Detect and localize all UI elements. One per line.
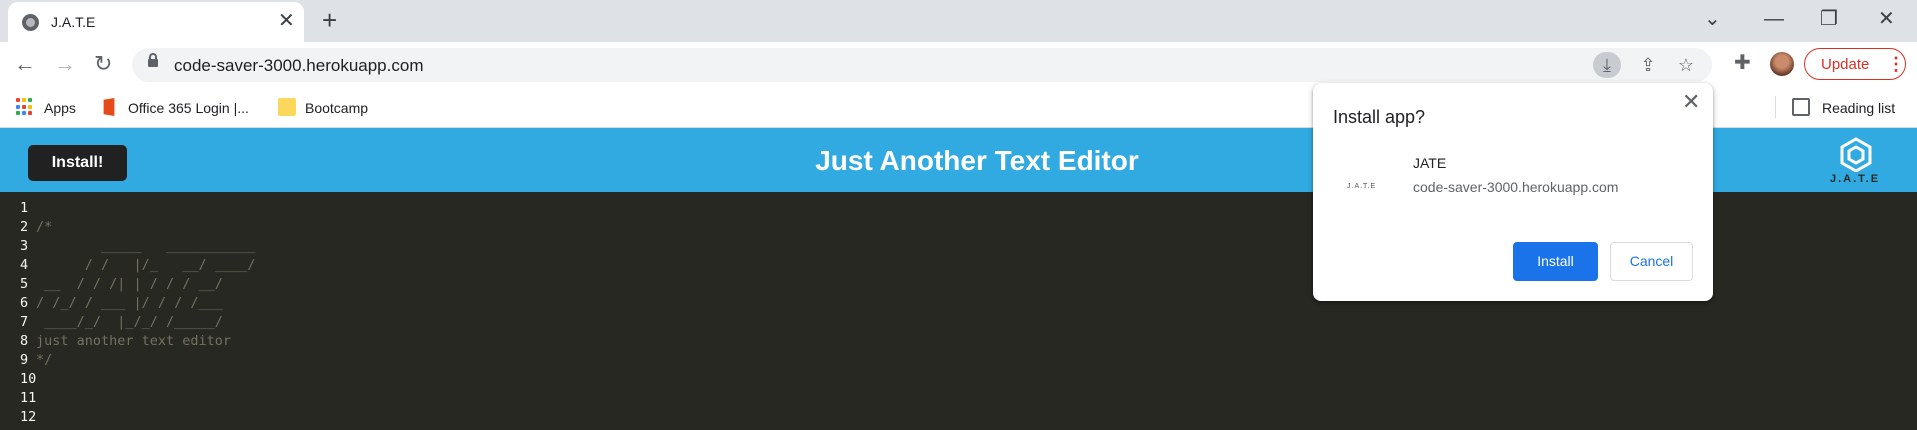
lock-icon[interactable] — [148, 53, 158, 67]
dialog-install-button[interactable]: Install — [1513, 242, 1598, 281]
office-icon — [103, 98, 115, 116]
line-text: ____/_/ |_/_/ /_____/ — [36, 314, 223, 330]
line-number: 5 — [20, 276, 29, 292]
line-number: 12 — [20, 409, 37, 425]
url-text[interactable]: code-saver-3000.herokuapp.com — [174, 56, 423, 76]
new-tab-icon[interactable]: + — [322, 6, 337, 34]
editor-line: 12 — [0, 408, 36, 427]
minimize-icon[interactable]: — — [1764, 7, 1784, 31]
folder-icon — [278, 98, 296, 116]
line-number: 4 — [20, 257, 29, 273]
app-icon: J.A.T.E — [1347, 183, 1377, 190]
avatar[interactable] — [1770, 52, 1794, 76]
browser-tab[interactable]: J.A.T.E ✕ — [8, 2, 304, 42]
editor-line: 3 _____ ___________ — [0, 237, 255, 256]
address-bar[interactable]: code-saver-3000.herokuapp.com ⤓ ⇪ ☆ — [132, 48, 1712, 82]
line-number: 6 — [20, 295, 29, 311]
extensions-icon[interactable]: ✚ — [1734, 50, 1751, 75]
tab-strip: J.A.T.E ✕ + ⌄ — ❐ ✕ — [0, 0, 1917, 42]
line-number: 7 — [20, 314, 29, 330]
line-number: 10 — [20, 371, 37, 387]
line-text: _____ ___________ — [36, 238, 256, 254]
line-text: __ / / /| | / / / __/ — [36, 276, 223, 292]
editor-line: 8 just another text editor — [0, 332, 231, 351]
editor-line: 11 — [0, 389, 36, 408]
menu-icon[interactable]: ⋮ — [1887, 53, 1905, 75]
tab-search-icon[interactable]: ⌄ — [1704, 7, 1721, 31]
restore-icon[interactable]: ❐ — [1820, 7, 1838, 31]
update-label: Update — [1821, 56, 1870, 73]
globe-icon — [22, 14, 39, 31]
editor-line: 1 — [0, 199, 36, 218]
editor-line: 5 __ / / /| | / / / __/ — [0, 275, 223, 294]
dialog-close-icon[interactable]: ✕ — [1682, 90, 1700, 114]
bookmark-star-icon[interactable]: ☆ — [1672, 52, 1700, 78]
install-app-icon[interactable]: ⤓ — [1593, 52, 1621, 78]
dialog-cancel-button[interactable]: Cancel — [1610, 242, 1693, 281]
install-app-dialog: Install app? ✕ J.A.T.E JATE code-saver-3… — [1313, 83, 1713, 301]
update-button[interactable]: Update ⋮ — [1804, 48, 1906, 80]
reading-list[interactable]: Reading list — [1822, 100, 1895, 116]
bookmark-office-365[interactable]: Office 365 Login |... — [128, 100, 249, 116]
dialog-app-name: JATE — [1413, 155, 1447, 171]
line-number: 3 — [20, 238, 29, 254]
editor-line: 6 / /_/ / ___ |/ / / /___ — [0, 294, 223, 313]
apps-grid-icon — [16, 98, 34, 116]
line-number: 9 — [20, 352, 29, 368]
logo-icon — [1840, 137, 1872, 173]
editor-line: 10 — [0, 370, 36, 389]
browser-toolbar: ← → ↻ code-saver-3000.herokuapp.com ⤓ ⇪ … — [0, 42, 1917, 88]
window-close-icon[interactable]: ✕ — [1878, 7, 1895, 31]
line-number: 2 — [20, 219, 29, 235]
jate-logo: J.A.T.E — [1828, 136, 1884, 188]
bookmark-apps[interactable]: Apps — [44, 100, 76, 116]
line-text: /* — [36, 219, 53, 235]
line-text: */ — [36, 352, 53, 368]
reload-icon[interactable]: ↻ — [94, 52, 112, 76]
editor-line: 4 / / |/_ __/ ____/ — [0, 256, 255, 275]
editor-line: 7 ____/_/ |_/_/ /_____/ — [0, 313, 223, 332]
back-icon[interactable]: ← — [14, 52, 36, 76]
line-number: 11 — [20, 390, 37, 406]
dialog-title: Install app? — [1333, 107, 1426, 127]
line-text: / / |/_ __/ ____/ — [36, 257, 256, 273]
reading-list-icon — [1792, 98, 1810, 116]
share-icon[interactable]: ⇪ — [1634, 52, 1662, 78]
divider — [1775, 96, 1776, 118]
tab-close-icon[interactable]: ✕ — [278, 11, 295, 31]
editor-line: 9 */ — [0, 351, 52, 370]
line-number: 8 — [20, 333, 29, 349]
forward-icon[interactable]: → — [54, 52, 76, 76]
line-text: / /_/ / ___ |/ / / /___ — [36, 295, 223, 311]
line-text: just another text editor — [36, 333, 232, 349]
dialog-app-origin: code-saver-3000.herokuapp.com — [1413, 179, 1619, 195]
editor-line: 2 /* — [0, 218, 52, 237]
line-number: 1 — [20, 200, 29, 216]
tab-title: J.A.T.E — [51, 14, 96, 30]
bookmark-bootcamp[interactable]: Bootcamp — [305, 100, 368, 116]
logo-text: J.A.T.E — [1830, 173, 1881, 185]
